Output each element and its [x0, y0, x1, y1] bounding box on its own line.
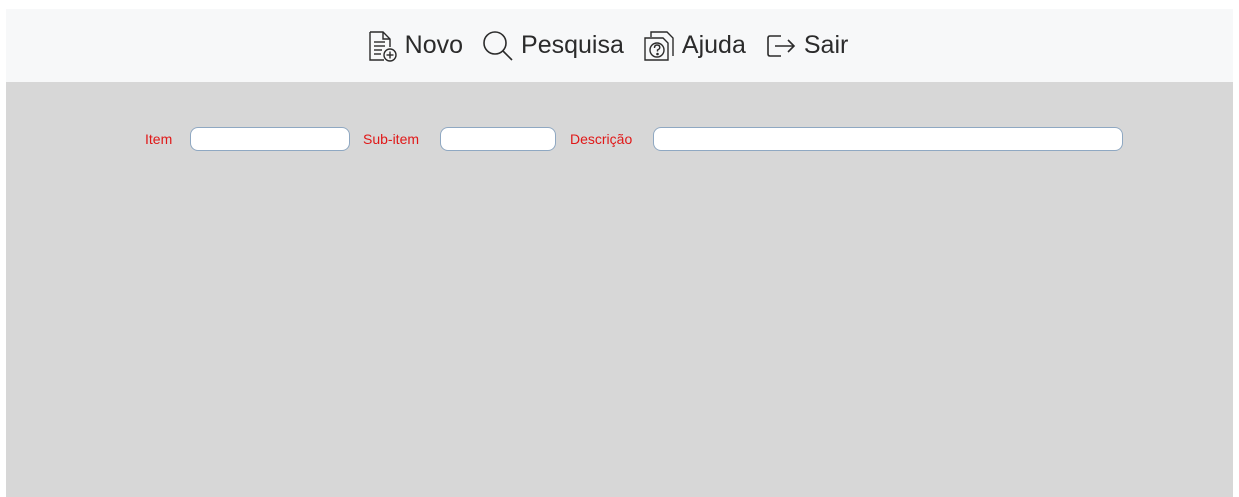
- search-icon: [481, 29, 515, 63]
- exit-icon: [764, 29, 798, 63]
- exit-button[interactable]: Sair: [764, 29, 848, 63]
- new-document-icon: [365, 29, 399, 63]
- subitem-input[interactable]: [440, 127, 556, 151]
- help-button-label: Ajuda: [681, 31, 746, 59]
- new-button-label: Novo: [404, 31, 464, 59]
- filter-row: Item Sub-item Descrição: [6, 127, 1233, 151]
- item-label: Item: [145, 131, 173, 147]
- search-button-label: Pesquisa: [521, 31, 624, 59]
- exit-button-label: Sair: [803, 31, 849, 59]
- toolbar: Novo Pesquisa Ajuda Sair: [6, 9, 1233, 82]
- search-button[interactable]: Pesquisa: [481, 29, 624, 63]
- descricao-label: Descrição: [570, 131, 633, 147]
- new-button[interactable]: Novo: [365, 29, 463, 63]
- content-area: Item Sub-item Descrição: [6, 82, 1233, 497]
- item-input[interactable]: [190, 127, 350, 151]
- help-icon: [642, 29, 676, 63]
- help-button[interactable]: Ajuda: [642, 29, 746, 63]
- descricao-input[interactable]: [653, 127, 1123, 151]
- subitem-label: Sub-item: [363, 131, 420, 147]
